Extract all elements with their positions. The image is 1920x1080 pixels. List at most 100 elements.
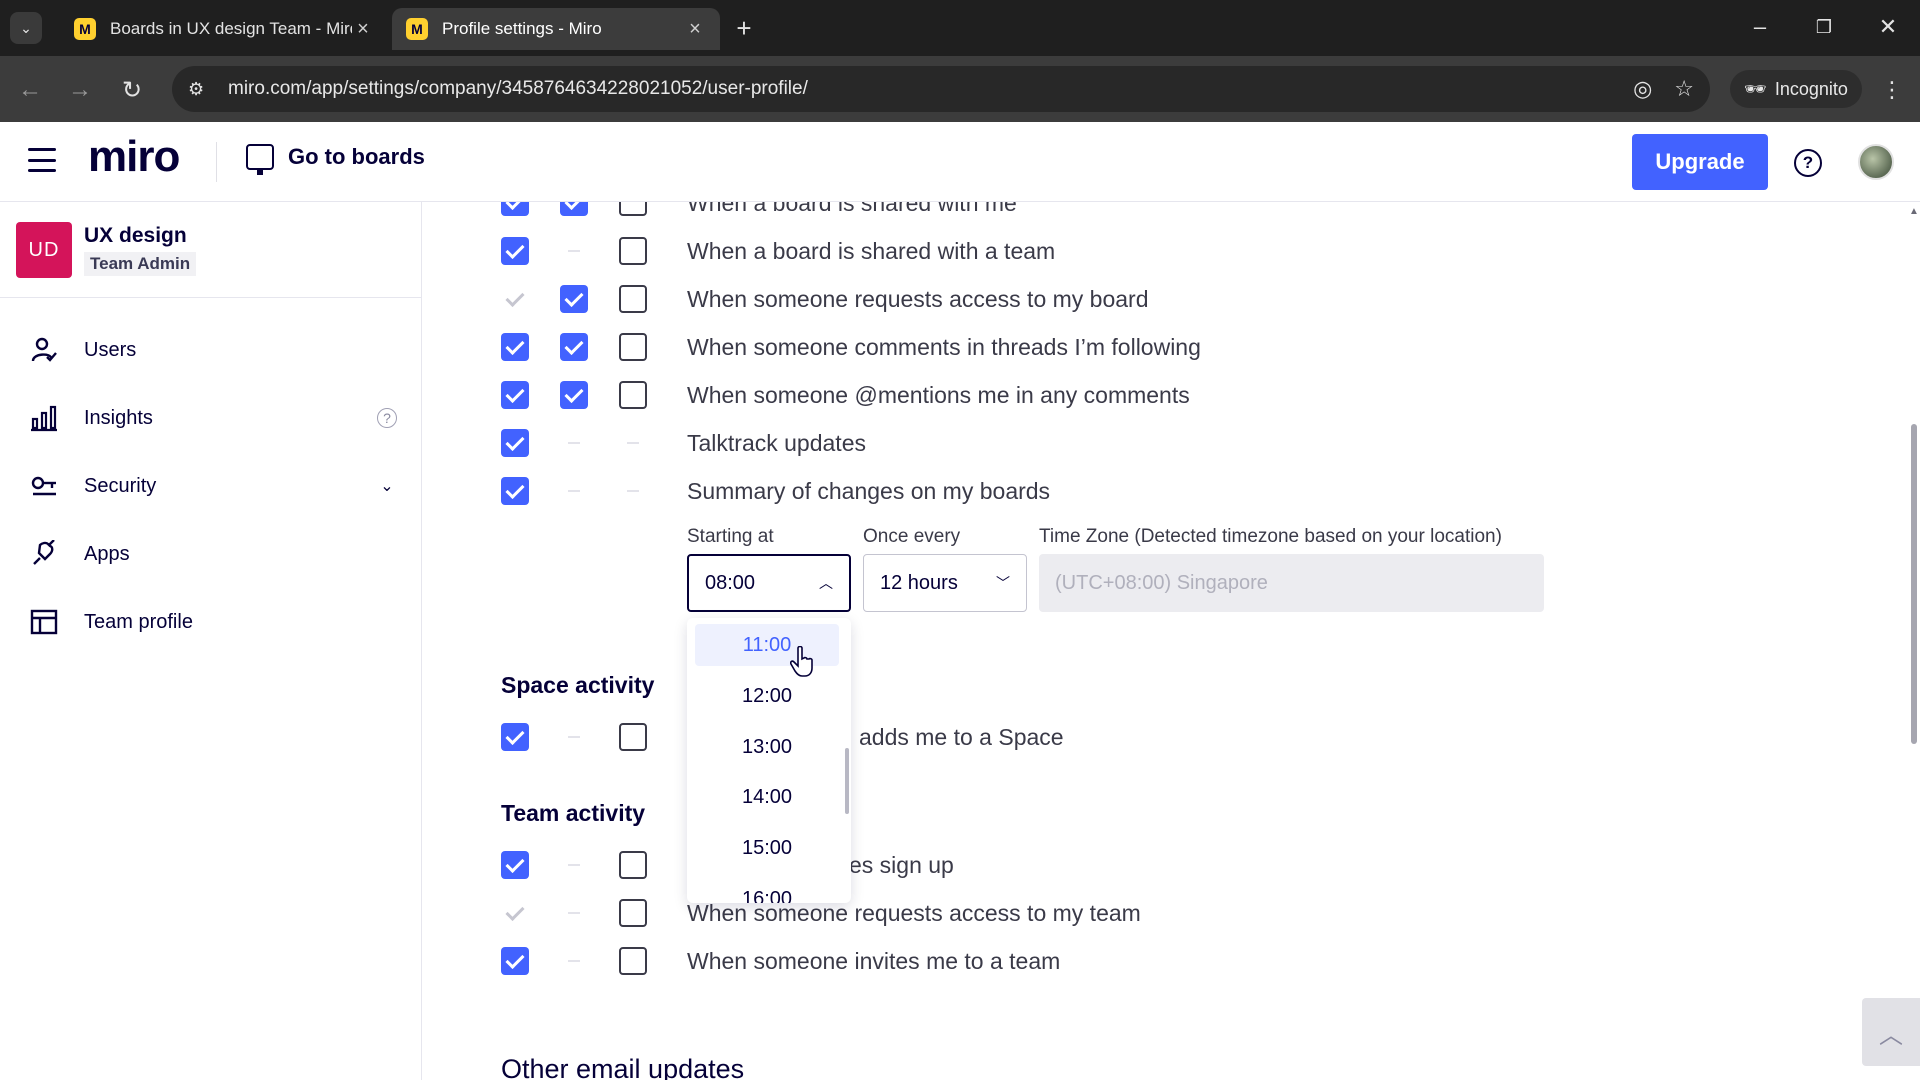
- upgrade-button[interactable]: Upgrade: [1632, 134, 1768, 190]
- browser-tab-profile-settings[interactable]: M Profile settings - Miro ×: [392, 8, 720, 50]
- sidebar-item-team-profile[interactable]: Team profile: [0, 594, 421, 650]
- team-badge: UD: [16, 222, 72, 278]
- email-checkbox[interactable]: [501, 429, 529, 457]
- notification-row-label: es sign up: [849, 852, 954, 878]
- page-scrollbar[interactable]: ▲: [1908, 202, 1920, 1080]
- plus-icon: +: [736, 12, 752, 43]
- inapp-checkbox-unavailable: [560, 429, 588, 457]
- close-tab-icon[interactable]: ×: [352, 18, 374, 41]
- timezone-label: Time Zone (Detected timezone based on yo…: [1039, 526, 1502, 547]
- header-divider: [216, 142, 217, 182]
- notification-row-label: Talktrack updates: [687, 430, 866, 456]
- dropdown-option[interactable]: 13:00: [695, 726, 839, 768]
- dropdown-option[interactable]: 16:00: [695, 878, 839, 904]
- dropdown-scrollbar[interactable]: [845, 748, 849, 814]
- inapp-checkbox[interactable]: [560, 333, 588, 361]
- miro-logo[interactable]: miro: [88, 132, 180, 182]
- push-checkbox[interactable]: [619, 899, 647, 927]
- dropdown-option[interactable]: 14:00: [695, 776, 839, 818]
- go-to-boards-button[interactable]: Go to boards: [246, 144, 425, 175]
- address-bar[interactable]: ⚙ miro.com/app/settings/company/34587646…: [172, 66, 1710, 112]
- sidebar-item-label: Users: [84, 338, 137, 361]
- sidebar-item-security[interactable]: Security ⌄: [0, 458, 421, 514]
- dropdown-option[interactable]: 12:00: [695, 675, 839, 717]
- inapp-checkbox-unavailable: [560, 723, 588, 751]
- chevron-up-icon: ︿: [1879, 1021, 1903, 1049]
- push-checkbox[interactable]: [619, 851, 647, 879]
- eye-slash-icon[interactable]: ◎: [1633, 76, 1652, 102]
- once-every-label: Once every: [863, 526, 961, 547]
- incognito-badge[interactable]: 🕶 Incognito: [1730, 70, 1862, 108]
- close-icon: ✕: [1878, 14, 1898, 39]
- restore-icon: ❐: [1815, 16, 1833, 37]
- dropdown-option[interactable]: 11:00: [695, 624, 839, 666]
- close-tab-icon[interactable]: ×: [684, 18, 706, 41]
- email-checkbox[interactable]: [501, 381, 529, 409]
- hamburger-menu-icon[interactable]: [28, 148, 56, 172]
- browser-menu-button[interactable]: ⋮: [1874, 72, 1910, 108]
- tab-title: Boards in UX design Team - Miro: [110, 19, 352, 38]
- push-checkbox[interactable]: [619, 947, 647, 975]
- browser-tab-boards[interactable]: M Boards in UX design Team - Miro ×: [60, 8, 388, 50]
- push-checkbox[interactable]: [619, 237, 647, 265]
- scroll-up-icon[interactable]: ▲: [1909, 206, 1919, 217]
- chevron-down-icon[interactable]: ⌄: [377, 476, 397, 496]
- push-checkbox[interactable]: [619, 381, 647, 409]
- inapp-checkbox[interactable]: [560, 381, 588, 409]
- site-settings-icon[interactable]: ⚙: [188, 79, 218, 100]
- push-checkbox[interactable]: [619, 333, 647, 361]
- sidebar-item-label: Security: [84, 474, 157, 497]
- email-checkbox[interactable]: [501, 202, 529, 216]
- email-checkbox[interactable]: [501, 723, 529, 751]
- forward-button[interactable]: →: [62, 72, 98, 108]
- email-checkbox[interactable]: [501, 851, 529, 879]
- url-text[interactable]: miro.com/app/settings/company/3458764634…: [228, 78, 1611, 100]
- info-icon[interactable]: ?: [377, 408, 397, 428]
- starting-at-select[interactable]: 08:00 ︿: [687, 554, 851, 612]
- minimize-window-button[interactable]: –: [1740, 10, 1780, 44]
- email-checkbox[interactable]: [501, 333, 529, 361]
- inapp-checkbox[interactable]: [560, 202, 588, 216]
- browser-tab-bar: ⌄ M Boards in UX design Team - Miro × M …: [0, 0, 1920, 56]
- back-to-top-button[interactable]: ︿: [1862, 998, 1920, 1066]
- email-checkbox[interactable]: [501, 947, 529, 975]
- help-icon[interactable]: ?: [1794, 149, 1822, 177]
- team-name: UX design: [84, 224, 187, 247]
- notification-row-label: When someone comments in threads I’m fol…: [687, 334, 1201, 360]
- restore-window-button[interactable]: ❐: [1804, 10, 1844, 44]
- email-checkbox[interactable]: [501, 477, 529, 505]
- email-checkbox[interactable]: [501, 237, 529, 265]
- push-checkbox[interactable]: [619, 202, 647, 216]
- scrollbar-thumb[interactable]: [1911, 424, 1917, 744]
- avatar[interactable]: [1858, 144, 1894, 180]
- sidebar-item-insights[interactable]: Insights ?: [0, 390, 421, 446]
- inapp-checkbox[interactable]: [560, 285, 588, 313]
- team-activity-title: Team activity: [501, 800, 646, 826]
- timezone-field: (UTC+08:00) Singapore: [1039, 554, 1544, 612]
- arrow-right-icon: →: [68, 76, 92, 103]
- push-checkbox[interactable]: [619, 723, 647, 751]
- sidebar-item-users[interactable]: Users: [0, 322, 421, 378]
- email-checkbox-disabled: [501, 899, 529, 927]
- inapp-checkbox-unavailable: [560, 477, 588, 505]
- starting-at-dropdown: 11:00 12:00 13:00 14:00 15:00 16:00: [687, 618, 851, 903]
- notification-row-label: adds me to a Space: [859, 724, 1064, 750]
- reload-button[interactable]: ↻: [114, 72, 150, 108]
- star-icon[interactable]: ☆: [1674, 76, 1694, 102]
- insights-icon: [28, 402, 60, 434]
- timezone-value: (UTC+08:00) Singapore: [1055, 571, 1268, 594]
- push-checkbox[interactable]: [619, 285, 647, 313]
- settings-sidebar: UD UX design Team Admin Users Insights ?…: [0, 202, 422, 1080]
- new-tab-button[interactable]: +: [728, 12, 760, 44]
- sidebar-item-apps[interactable]: Apps: [0, 526, 421, 582]
- close-window-button[interactable]: ✕: [1868, 10, 1908, 44]
- back-button[interactable]: ←: [12, 72, 48, 108]
- once-every-select[interactable]: 12 hours ﹀: [863, 554, 1027, 612]
- app-header: miro Go to boards Upgrade ?: [0, 122, 1920, 202]
- tab-search-button[interactable]: ⌄: [10, 12, 42, 44]
- email-checkbox-disabled: [501, 285, 529, 313]
- dropdown-option[interactable]: 15:00: [695, 827, 839, 869]
- team-card[interactable]: UD UX design Team Admin: [0, 202, 421, 298]
- notification-row-label: When someone requests access to my board: [687, 286, 1149, 312]
- inapp-checkbox-unavailable: [560, 851, 588, 879]
